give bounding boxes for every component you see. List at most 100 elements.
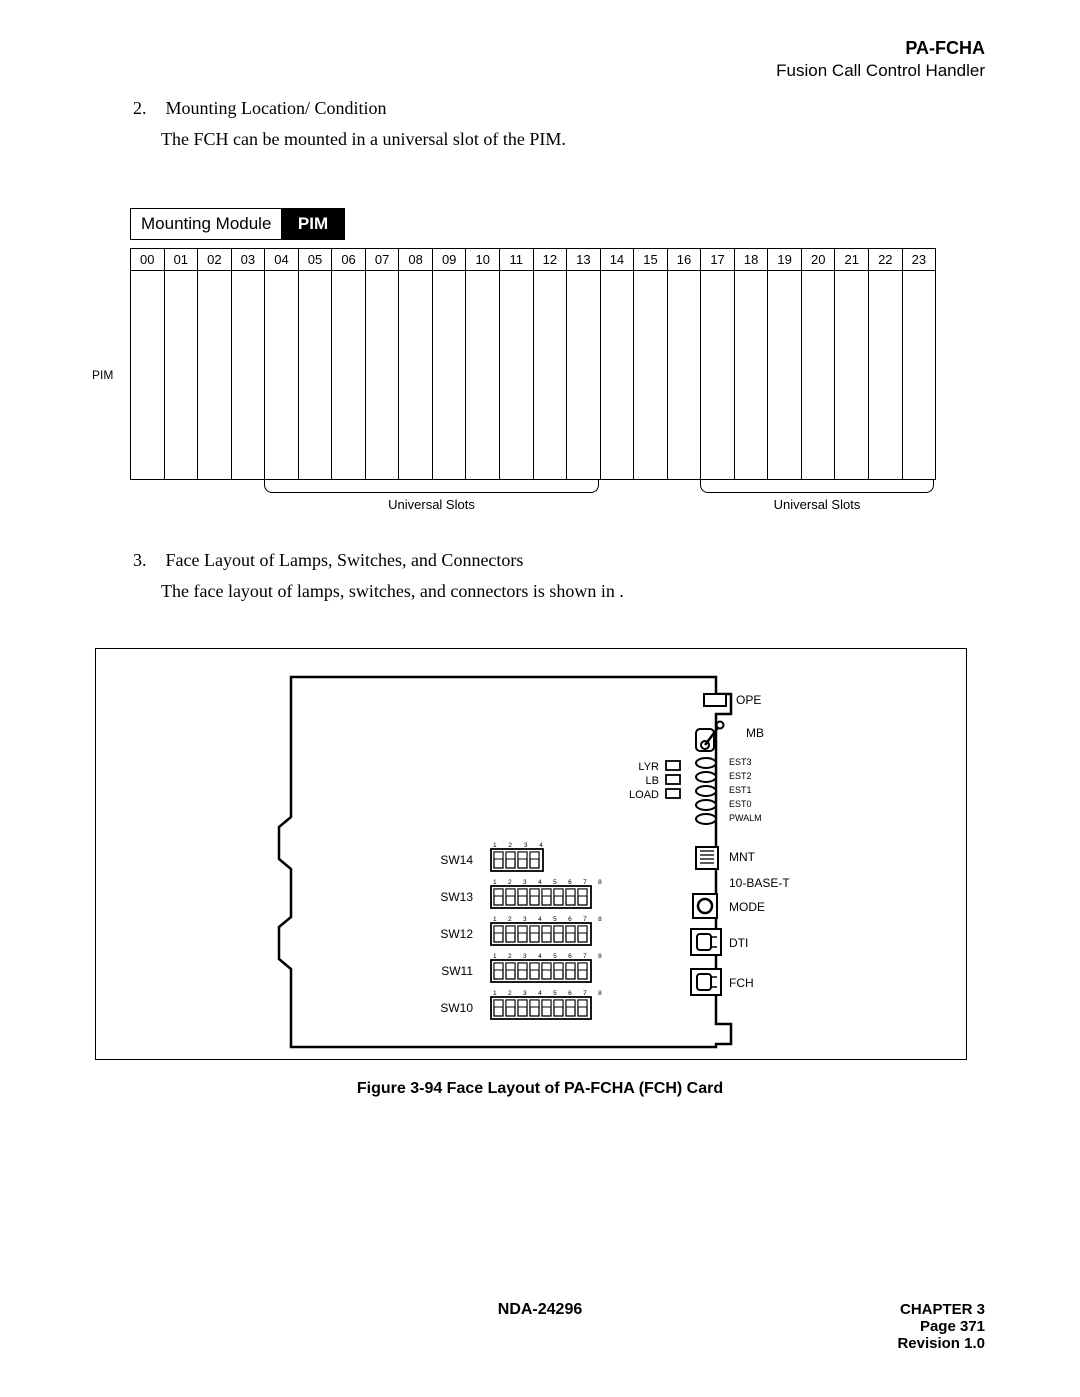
- slot-header-cell: 03: [232, 249, 266, 271]
- slot-header-cell: 10: [466, 249, 500, 271]
- slot-header-cell: 08: [399, 249, 433, 271]
- svg-text:1 2 3 4 5 6 7 8: 1 2 3 4 5 6 7 8: [493, 916, 607, 923]
- svg-text:1 2 3 4 5 6 7 8: 1 2 3 4 5 6 7 8: [493, 879, 607, 886]
- slot-header-cell: 13: [567, 249, 601, 271]
- slot-body-cell: [601, 271, 635, 479]
- slot-body-cell: [332, 271, 366, 479]
- slot-body-cell: [198, 271, 232, 479]
- slot-body-cell: [869, 271, 903, 479]
- item3-num: 3.: [133, 550, 161, 571]
- label-mnt: MNT: [729, 850, 756, 864]
- label-est2: EST2: [729, 771, 752, 781]
- slot-body-cell: [835, 271, 869, 479]
- label-ope: OPE: [736, 693, 761, 707]
- svg-text:1 2 3 4: 1 2 3 4: [493, 842, 548, 849]
- slot-body-cell: [232, 271, 266, 479]
- label-est1: EST1: [729, 785, 752, 795]
- slot-body-cell: [534, 271, 568, 479]
- slot-body-cell: [768, 271, 802, 479]
- slot-header-cell: 02: [198, 249, 232, 271]
- slot-header-cell: 14: [601, 249, 635, 271]
- slot-body-cell: [802, 271, 836, 479]
- brace1-label: Universal Slots: [264, 497, 599, 512]
- label-10baset: 10-BASE-T: [729, 876, 790, 890]
- slot-header-cell: 05: [299, 249, 333, 271]
- header-title: PA-FCHA: [776, 38, 985, 59]
- label-dti: DTI: [729, 936, 748, 950]
- mounting-module-label: Mounting Module: [130, 208, 282, 240]
- page-footer: NDA-24296 CHAPTER 3 Page 371 Revision 1.…: [95, 1301, 985, 1352]
- figure-caption: Figure 3-94 Face Layout of PA-FCHA (FCH)…: [95, 1080, 985, 1098]
- slot-body-cell: [735, 271, 769, 479]
- slot-header-cell: 11: [500, 249, 534, 271]
- label-load: LOAD: [629, 789, 659, 801]
- slot-body-cell: [299, 271, 333, 479]
- slot-header-cell: 04: [265, 249, 299, 271]
- slot-header-cell: 17: [701, 249, 735, 271]
- slot-header-cell: 15: [634, 249, 668, 271]
- slot-header-cell: 06: [332, 249, 366, 271]
- label-lb: LB: [646, 775, 659, 787]
- label-mode: MODE: [729, 900, 765, 914]
- section-mounting: 2. Mounting Location/ Condition The FCH …: [95, 98, 985, 150]
- dip-label: SW11: [441, 964, 473, 978]
- slot-header-row: 0001020304050607080910111213141516171819…: [131, 249, 935, 271]
- item2-heading: Mounting Location/ Condition: [166, 98, 387, 118]
- pim-badge: PIM: [281, 208, 345, 240]
- slot-header-cell: 21: [835, 249, 869, 271]
- dip-label: SW12: [440, 927, 473, 941]
- slot-body-cell: [165, 271, 199, 479]
- slot-header-cell: 09: [433, 249, 467, 271]
- slot-body-cell: [366, 271, 400, 479]
- slot-header-cell: 22: [869, 249, 903, 271]
- label-pwalm: PWALM: [729, 813, 762, 823]
- slot-header-cell: 18: [735, 249, 769, 271]
- dip-label: SW13: [440, 890, 473, 904]
- slot-header-cell: 20: [802, 249, 836, 271]
- dip-label: SW10: [440, 1001, 473, 1015]
- slot-body-cell: [701, 271, 735, 479]
- item2-body: The FCH can be mounted in a universal sl…: [161, 129, 985, 150]
- footer-rev: Revision 1.0: [897, 1335, 985, 1352]
- header-subtitle: Fusion Call Control Handler: [776, 61, 985, 81]
- slot-body-cell: [466, 271, 500, 479]
- slot-header-cell: 07: [366, 249, 400, 271]
- svg-text:1 2 3 4 5 6 7 8: 1 2 3 4 5 6 7 8: [493, 953, 607, 960]
- label-lyr: LYR: [638, 761, 659, 773]
- footer-chapter: CHAPTER 3: [897, 1301, 985, 1318]
- slot-body-cell: [567, 271, 601, 479]
- slot-header-cell: 01: [165, 249, 199, 271]
- slot-header-cell: 19: [768, 249, 802, 271]
- slot-body-cell: [433, 271, 467, 479]
- slot-body-cell: [399, 271, 433, 479]
- card-svg: OPE MB EST3 EST2 EST1 EST0 PWALM LYR: [276, 669, 836, 1049]
- slot-body-cell: [668, 271, 702, 479]
- brace2-label: Universal Slots: [700, 497, 934, 512]
- label-fch: FCH: [729, 976, 754, 990]
- item3-body: The face layout of lamps, switches, and …: [161, 581, 985, 602]
- label-mb: MB: [746, 726, 764, 740]
- card-figure: OPE MB EST3 EST2 EST1 EST0 PWALM LYR: [95, 648, 967, 1060]
- dip-label: SW14: [440, 853, 473, 867]
- slot-body-cell: [500, 271, 534, 479]
- slot-body-cell: [903, 271, 936, 479]
- slot-figure: PIM Mounting Module PIM 0001020304050607…: [130, 208, 934, 512]
- item2-num: 2.: [133, 98, 161, 119]
- label-est0: EST0: [729, 799, 752, 809]
- footer-center: NDA-24296: [498, 1301, 582, 1319]
- slot-header-cell: 16: [668, 249, 702, 271]
- slot-header-cell: 12: [534, 249, 568, 271]
- slot-body-cell: [131, 271, 165, 479]
- slot-body-row: [131, 271, 935, 479]
- label-est3: EST3: [729, 757, 752, 767]
- slot-header-cell: 23: [903, 249, 936, 271]
- section-face-layout: 3. Face Layout of Lamps, Switches, and C…: [95, 550, 985, 602]
- item3-heading: Face Layout of Lamps, Switches, and Conn…: [166, 550, 524, 570]
- footer-page: Page 371: [897, 1318, 985, 1335]
- pim-side-label: PIM: [92, 368, 113, 382]
- page-header: PA-FCHA Fusion Call Control Handler: [776, 38, 985, 81]
- slot-body-cell: [265, 271, 299, 479]
- svg-text:1 2 3 4 5 6 7 8: 1 2 3 4 5 6 7 8: [493, 990, 607, 997]
- slot-header-cell: 00: [131, 249, 165, 271]
- slot-body-cell: [634, 271, 668, 479]
